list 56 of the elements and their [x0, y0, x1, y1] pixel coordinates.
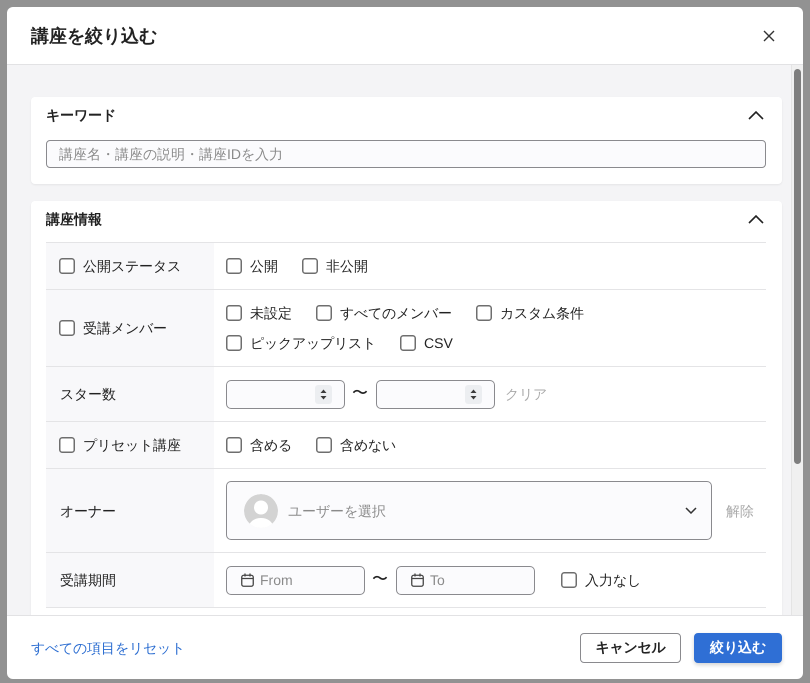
- checkbox[interactable]: [226, 258, 242, 274]
- row-label: 受講期間: [60, 571, 116, 590]
- checkbox-label: 含めない: [340, 436, 396, 455]
- spinner-icon[interactable]: [465, 384, 482, 404]
- checkbox[interactable]: [400, 335, 416, 351]
- scrollbar-thumb[interactable]: [794, 69, 801, 464]
- checkbox[interactable]: [59, 437, 75, 453]
- checkbox[interactable]: [226, 305, 242, 321]
- filter-button[interactable]: 絞り込む: [694, 632, 782, 662]
- row-label: プリセット講座: [83, 436, 181, 455]
- calendar-icon: [241, 573, 254, 587]
- row-label: オーナー: [60, 502, 116, 520]
- spinner-icon[interactable]: [315, 384, 332, 404]
- checkbox[interactable]: [302, 258, 318, 274]
- range-separator: 〜: [372, 570, 388, 590]
- date-field[interactable]: From: [226, 566, 365, 594]
- chevron-up-icon[interactable]: [748, 214, 764, 224]
- cancel-button[interactable]: キャンセル: [580, 632, 681, 662]
- keyword-field[interactable]: 講座名・講座の説明・講座IDを入力: [46, 140, 766, 168]
- checkbox[interactable]: [226, 335, 242, 351]
- calendar-icon: [411, 573, 424, 587]
- checkbox-label: ピックアップリスト: [250, 334, 376, 353]
- checkbox-label: カスタム条件: [500, 304, 584, 323]
- checkbox-label: 未設定: [250, 304, 292, 323]
- row-label: スター数: [60, 385, 116, 404]
- date-field[interactable]: To: [396, 566, 535, 594]
- chevron-down-icon: [685, 507, 697, 514]
- avatar-icon: [244, 494, 278, 528]
- row-label: 受講メンバー: [83, 319, 167, 338]
- checkbox[interactable]: [59, 320, 75, 336]
- checkbox-label: 含める: [250, 436, 292, 455]
- scrollbar[interactable]: [791, 65, 803, 615]
- close-icon: [763, 30, 775, 42]
- range-separator: 〜: [352, 384, 368, 404]
- checkbox[interactable]: [476, 305, 492, 321]
- number-field[interactable]: [226, 380, 345, 408]
- dialog-title: 講座を絞り込む: [31, 24, 157, 48]
- section-title: キーワード: [46, 106, 116, 125]
- reset-link[interactable]: すべての項目をリセット: [31, 638, 185, 658]
- section-title: 講座情報: [46, 210, 102, 229]
- chevron-up-icon[interactable]: [748, 110, 764, 120]
- checkbox-label: 非公開: [326, 257, 368, 276]
- clear-link[interactable]: クリア: [505, 384, 547, 404]
- checkbox[interactable]: [316, 437, 332, 453]
- number-field[interactable]: [376, 380, 495, 408]
- checkbox[interactable]: [316, 305, 332, 321]
- checkbox-label: CSV: [424, 334, 453, 353]
- row-label: 公開ステータス: [83, 257, 181, 276]
- clear-link[interactable]: 解除: [726, 500, 754, 520]
- checkbox[interactable]: [226, 437, 242, 453]
- user-select[interactable]: ユーザーを選択: [226, 481, 712, 540]
- checkbox-label: すべてのメンバー: [340, 304, 452, 323]
- checkbox-label: 公開: [250, 257, 278, 276]
- checkbox-label: 入力なし: [585, 571, 641, 590]
- checkbox[interactable]: [561, 572, 577, 588]
- checkbox[interactable]: [59, 258, 75, 274]
